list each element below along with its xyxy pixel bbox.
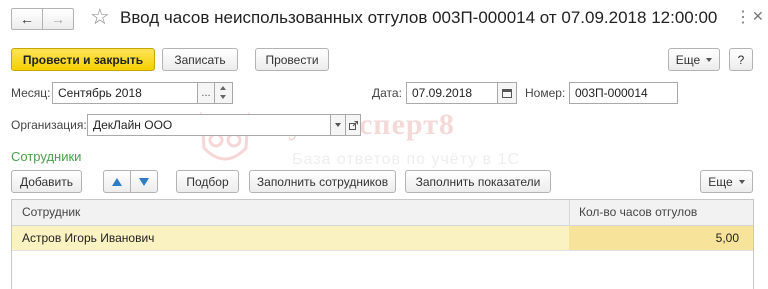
number-field[interactable]: 003П-000014 (569, 82, 678, 104)
save-label: Записать (174, 52, 226, 67)
table-more-button[interactable]: Еще (700, 170, 753, 193)
chevron-down-icon (738, 179, 745, 184)
post-and-close-button[interactable]: Провести и закрыть (11, 48, 155, 71)
page-title: Ввод часов неиспользованных отгулов 003П… (120, 8, 718, 27)
column-header-hours[interactable]: Кол-во часов отгулов (579, 205, 697, 219)
organization-label: Организация: (11, 118, 87, 132)
date-field[interactable]: 07.09.2018 (406, 82, 498, 104)
cell-hours-value: 5,00 (715, 231, 739, 245)
spinner-down-icon[interactable] (220, 95, 226, 99)
post-label: Провести (265, 52, 319, 67)
forward-button[interactable]: → (42, 8, 74, 30)
cell-hours[interactable]: 5,00 (569, 226, 753, 250)
fill-indicators-label: Заполнить показатели (415, 174, 541, 189)
arrow-right-icon: → (51, 11, 65, 27)
help-label: ? (737, 52, 745, 67)
month-select-button[interactable]: ... (197, 82, 215, 104)
post-button[interactable]: Провести (255, 48, 329, 71)
cell-employee[interactable]: Астров Игорь Иванович (22, 231, 154, 245)
move-up-button[interactable] (103, 170, 131, 193)
open-link-icon (348, 120, 358, 130)
fill-employees-button[interactable]: Заполнить сотрудников (249, 170, 396, 193)
month-field[interactable]: Сентябрь 2018 (52, 82, 198, 104)
date-label: Дата: (372, 86, 402, 100)
column-header-employee[interactable]: Сотрудник (22, 205, 80, 219)
close-icon[interactable]: ✕ (752, 8, 764, 25)
more-button[interactable]: Еще (668, 48, 720, 71)
chevron-down-icon (335, 123, 341, 127)
add-button[interactable]: Добавить (11, 170, 82, 193)
more-vert-icon[interactable]: ⋮ (735, 7, 751, 27)
table-header: Сотрудник Кол-во часов отгулов (12, 200, 753, 226)
organization-field[interactable]: ДекЛайн ООО (87, 114, 331, 136)
row-divider (12, 250, 753, 251)
watermark-tagline: База ответов по учёту в 1С (292, 151, 521, 168)
month-label: Месяц: (11, 86, 51, 100)
fill-indicators-button[interactable]: Заполнить показатели (405, 170, 551, 193)
table-more-label: Еще (708, 174, 733, 189)
arrow-up-icon (112, 177, 122, 186)
calendar-icon (502, 89, 512, 98)
section-title: Сотрудники (11, 149, 82, 164)
organization-dropdown-button[interactable] (330, 114, 346, 136)
spinner-up-icon[interactable] (220, 86, 226, 90)
table-row[interactable]: Астров Игорь Иванович 5,00 (12, 226, 753, 250)
pick-button[interactable]: Подбор (176, 170, 239, 193)
move-down-button[interactable] (130, 170, 158, 193)
more-label: Еще (675, 52, 701, 67)
chevron-down-icon (706, 57, 713, 62)
month-spinner[interactable] (214, 82, 233, 104)
arrow-left-icon: ← (20, 11, 34, 27)
back-button[interactable]: ← (11, 8, 43, 30)
number-label: Номер: (525, 86, 566, 100)
help-button[interactable]: ? (729, 48, 753, 71)
add-label: Добавить (19, 174, 74, 189)
organization-open-button[interactable] (345, 114, 361, 136)
calendar-button[interactable] (497, 82, 517, 104)
fill-employees-label: Заполнить сотрудников (256, 174, 389, 189)
employees-table: Сотрудник Кол-во часов отгулов Астров Иг… (11, 199, 754, 289)
pick-label: Подбор (186, 174, 229, 189)
post-and-close-label: Провести и закрыть (22, 52, 144, 67)
save-button[interactable]: Записать (162, 48, 238, 71)
column-divider (569, 200, 570, 225)
arrow-down-icon (139, 177, 149, 186)
star-icon[interactable]: ☆ (90, 4, 110, 30)
